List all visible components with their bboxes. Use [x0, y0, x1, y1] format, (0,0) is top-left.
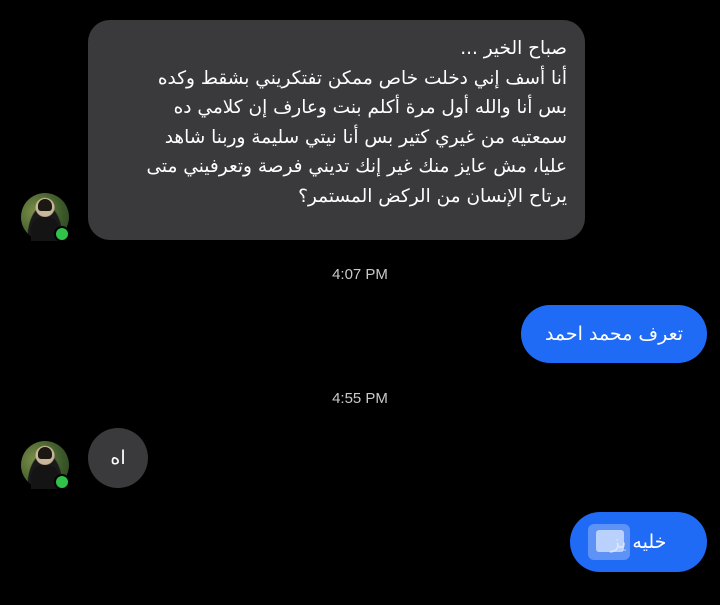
- message-text: تعرف محمد احمد: [544, 323, 684, 345]
- online-status-dot: [54, 474, 70, 490]
- message-text: اه: [110, 447, 126, 469]
- contact-avatar[interactable]: [21, 193, 70, 242]
- outgoing-message-bubble[interactable]: خليه يز: [570, 512, 707, 572]
- redaction-blur: [596, 530, 624, 552]
- avatar-head: [38, 447, 52, 459]
- avatar-head: [38, 199, 52, 211]
- message-line: صباح الخير ...: [460, 38, 567, 59]
- message-line: سمعتيه من غيري كتير بس أنا نيتي سليمة ور…: [164, 126, 567, 148]
- message-timestamp: 4:55 PM: [332, 390, 388, 407]
- message-line: عليا، مش عايز منك غير إنك تديني فرصة وتع…: [146, 156, 567, 177]
- message-line: أنا أسف إني دخلت خاص ممكن تفتكريني بشقط …: [157, 67, 567, 89]
- outgoing-message-bubble[interactable]: تعرف محمد احمد: [521, 305, 707, 363]
- contact-avatar[interactable]: [21, 441, 70, 490]
- incoming-message-bubble[interactable]: صباح الخير ... أنا أسف إني دخلت خاص ممكن…: [88, 20, 585, 240]
- message-line: يرتاح الإنسان من الركض المستمر؟: [298, 185, 567, 207]
- online-status-dot: [54, 226, 70, 242]
- message-line: بس أنا والله أول مرة أكلم بنت وعارف إن ك…: [173, 97, 567, 118]
- incoming-message-bubble[interactable]: اه: [88, 428, 148, 488]
- message-timestamp: 4:07 PM: [332, 266, 388, 283]
